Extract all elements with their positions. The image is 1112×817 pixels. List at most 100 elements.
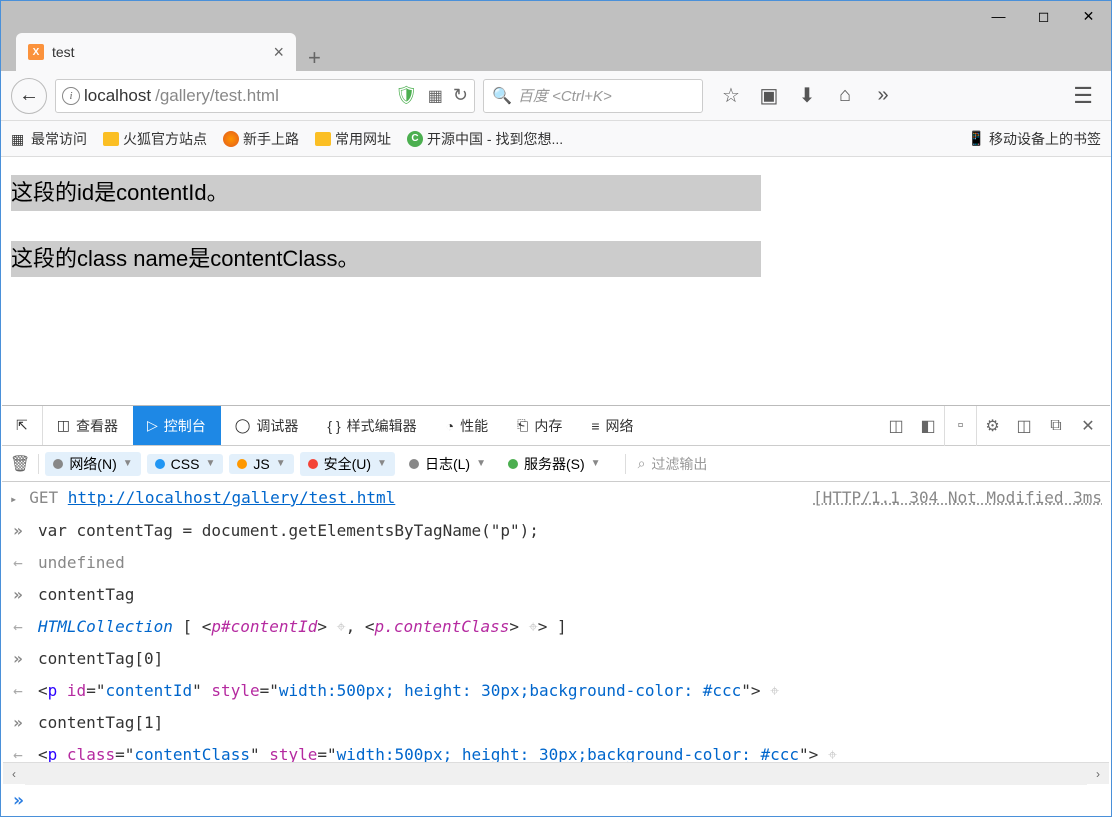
console-row: contentTag[1]: [2, 707, 1110, 739]
tab-memory[interactable]: ⎗内存: [503, 406, 577, 445]
console-row: undefined: [2, 547, 1110, 579]
firefox-icon: [223, 131, 239, 147]
clear-console-icon[interactable]: 🗑: [10, 454, 39, 474]
tab-network[interactable]: ≡网络: [577, 406, 648, 445]
tab-inspector[interactable]: ◫查看器: [43, 406, 133, 445]
tab-style-editor[interactable]: { }样式编辑器: [313, 406, 431, 445]
xampp-icon: X: [28, 44, 44, 60]
tab-performance[interactable]: ◔性能: [432, 406, 503, 445]
search-icon: 🔍: [492, 86, 512, 106]
element-picker-button[interactable]: ⇱: [2, 406, 43, 445]
grid-icon: ▦: [11, 131, 27, 147]
page-viewport: 这段的id是contentId。 这段的class name是contentCl…: [1, 157, 1111, 397]
filter-css[interactable]: CSS▼: [147, 454, 224, 474]
target-icon[interactable]: ⌖: [770, 681, 779, 700]
console-row: var contentTag = document.getElementsByT…: [2, 515, 1110, 547]
debugger-icon: ◯: [235, 417, 251, 434]
console-prompt[interactable]: »: [3, 784, 1109, 816]
tab-close-icon[interactable]: ×: [273, 42, 284, 63]
dock-side-icon[interactable]: ◫: [1008, 406, 1040, 446]
paragraph-contentid: 这段的id是contentId。: [11, 175, 761, 211]
dot-icon: [155, 459, 165, 469]
devtools-settings-icon[interactable]: ⚙: [976, 406, 1008, 446]
dock-popout-icon[interactable]: ⧉: [1040, 406, 1072, 446]
address-bar[interactable]: i localhost/gallery/test.html 🛡 ▦ ↻: [55, 79, 475, 113]
bookmark-mobile[interactable]: 📱移动设备上的书签: [968, 129, 1101, 149]
filter-log[interactable]: 日志(L)▼: [401, 452, 494, 476]
filter-security[interactable]: 安全(U)▼: [300, 452, 395, 476]
bookmarks-toolbar: ▦最常访问 火狐官方站点 新手上路 常用网址 C开源中国 - 找到您想... 📱…: [1, 121, 1111, 157]
inspector-icon: ◫: [57, 417, 70, 434]
home-icon[interactable]: ⌂: [835, 84, 855, 107]
window-minimize[interactable]: —: [976, 1, 1021, 31]
filter-server[interactable]: 服务器(S)▼: [500, 452, 609, 476]
bookmark-getting-started[interactable]: 新手上路: [223, 129, 299, 149]
bookmark-common[interactable]: 常用网址: [315, 129, 391, 149]
console-row: <p id="contentId" style="width:500px; he…: [2, 675, 1110, 707]
menu-button[interactable]: ☰: [1065, 83, 1101, 109]
chevron-down-icon: ▼: [123, 458, 133, 469]
devtools-close-icon[interactable]: ✕: [1072, 406, 1104, 446]
window-close[interactable]: ✕: [1066, 1, 1111, 31]
network-icon: ≡: [591, 418, 599, 434]
input-marker-icon: [10, 583, 26, 607]
filter-js[interactable]: JS▼: [229, 454, 293, 474]
tab-title: test: [52, 44, 265, 60]
input-marker-icon: [10, 519, 26, 543]
oschina-icon: C: [407, 131, 423, 147]
bookmark-most-visited[interactable]: ▦最常访问: [11, 129, 87, 149]
target-icon[interactable]: ⌖: [337, 617, 346, 636]
console-output[interactable]: GET http://localhost/gallery/test.html […: [2, 482, 1110, 772]
window-maximize[interactable]: ◻: [1021, 1, 1066, 31]
site-info-icon[interactable]: i: [62, 87, 80, 105]
input-marker-icon: [10, 711, 26, 735]
url-host: localhost: [84, 86, 151, 106]
scroll-right-icon[interactable]: ›: [1087, 763, 1109, 785]
tab-console[interactable]: ▷控制台: [133, 406, 221, 445]
chevron-down-icon: ▼: [591, 458, 601, 469]
expand-icon[interactable]: [10, 486, 17, 511]
folder-icon: [103, 132, 119, 146]
scroll-left-icon[interactable]: ‹: [3, 763, 25, 785]
console-row: GET http://localhost/gallery/test.html […: [2, 482, 1110, 515]
dot-icon: [308, 459, 318, 469]
reload-icon[interactable]: ↻: [453, 85, 468, 106]
iframe-selector-icon[interactable]: ◫: [880, 406, 912, 446]
bookmark-ff-official[interactable]: 火狐官方站点: [103, 129, 207, 149]
bookmark-star-icon[interactable]: ☆: [721, 83, 741, 108]
downloads-icon[interactable]: ⬇: [797, 83, 817, 108]
output-marker-icon: [10, 615, 26, 639]
overflow-icon[interactable]: »: [873, 84, 893, 107]
search-placeholder: 百度 <Ctrl+K>: [518, 85, 612, 106]
filter-icon: ⌕: [638, 455, 646, 472]
filter-output-input[interactable]: ⌕过滤输出: [625, 454, 708, 474]
responsive-design-icon[interactable]: ▫: [944, 406, 976, 446]
back-button[interactable]: ←: [11, 78, 47, 114]
http-status: [HTTP/1.1 304 Not Modified 3ms: [813, 486, 1102, 511]
window-titlebar: — ◻ ✕ X test × +: [1, 1, 1111, 71]
search-bar[interactable]: 🔍 百度 <Ctrl+K>: [483, 79, 703, 113]
memory-icon: ⎗: [517, 417, 528, 434]
chevron-down-icon: ▼: [476, 458, 486, 469]
target-icon[interactable]: ⌖: [529, 617, 538, 636]
performance-icon: ◔: [446, 418, 454, 434]
browser-tab[interactable]: X test ×: [16, 33, 296, 71]
horizontal-scrollbar[interactable]: ‹ ›: [3, 762, 1109, 784]
scroll-track[interactable]: [25, 763, 1087, 785]
phone-icon: 📱: [968, 130, 985, 147]
tab-debugger[interactable]: ◯调试器: [221, 406, 314, 445]
pocket-icon[interactable]: ▣: [759, 83, 779, 108]
console-row: HTMLCollection [ <p#contentId> ⌖, <p.con…: [2, 611, 1110, 643]
noflash-icon[interactable]: ◧: [912, 406, 944, 446]
console-row: contentTag: [2, 579, 1110, 611]
chevron-down-icon: ▼: [205, 458, 215, 469]
filter-network[interactable]: 网络(N)▼: [45, 452, 140, 476]
dot-icon: [237, 459, 247, 469]
folder-icon: [315, 132, 331, 146]
bookmark-oschina[interactable]: C开源中国 - 找到您想...: [407, 129, 563, 149]
qr-icon[interactable]: ▦: [428, 86, 443, 106]
shield-icon[interactable]: 🛡: [395, 85, 418, 106]
devtools-panel: ⇱ ◫查看器 ▷控制台 ◯调试器 { }样式编辑器 ◔性能 ⎗内存 ≡网络 ◫ …: [2, 405, 1110, 816]
dot-icon: [508, 459, 518, 469]
new-tab-button[interactable]: +: [308, 45, 321, 71]
